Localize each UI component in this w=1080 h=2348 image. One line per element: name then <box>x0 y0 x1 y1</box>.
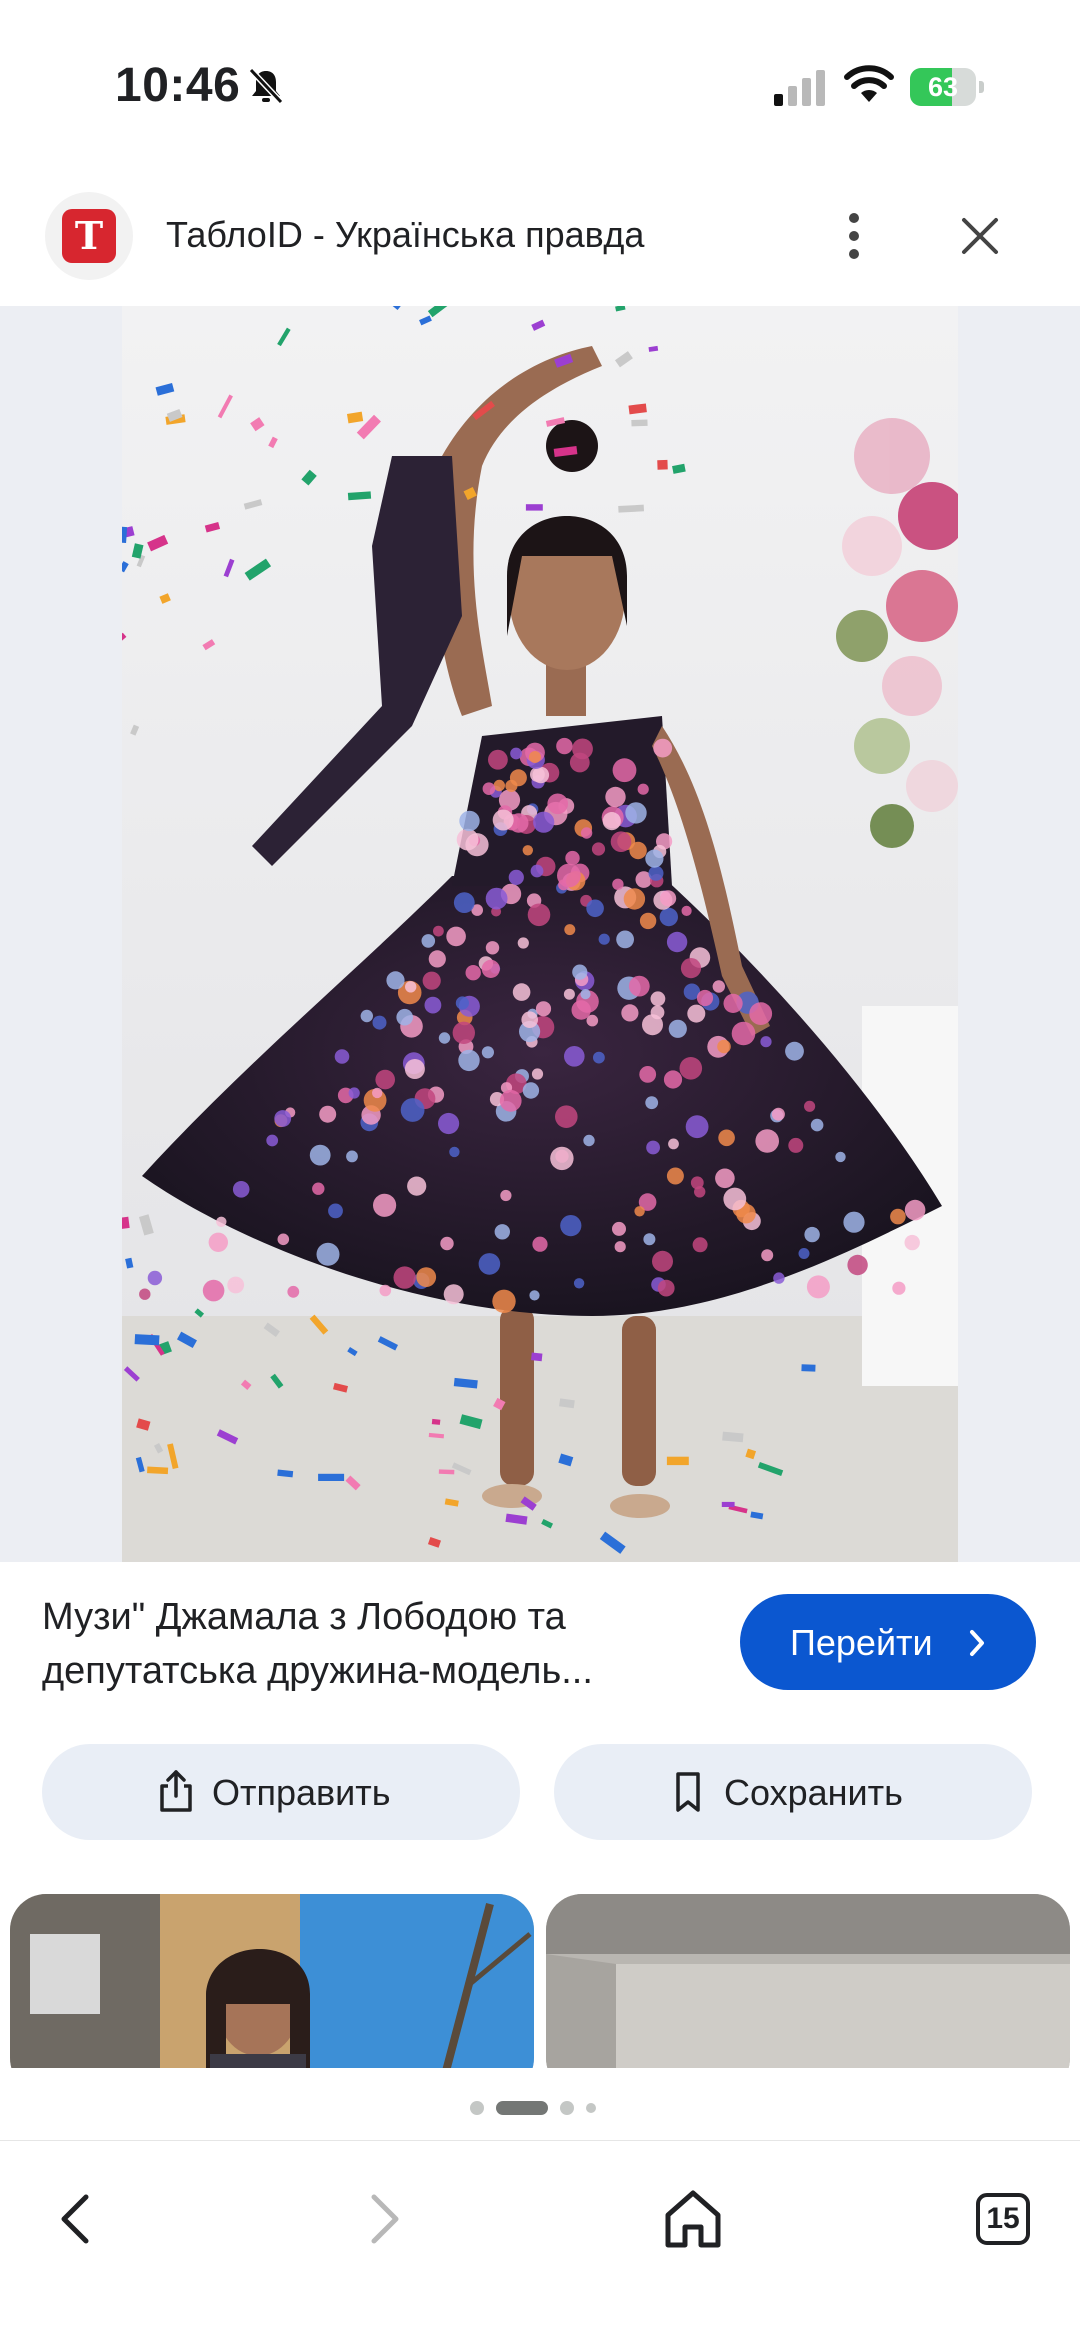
close-icon[interactable] <box>958 214 1002 258</box>
save-button[interactable]: Сохранить <box>554 1744 1032 1840</box>
pagination-dot <box>586 2103 596 2113</box>
forward-icon[interactable] <box>348 2183 418 2255</box>
status-bar: 10:46 63 <box>0 0 1080 150</box>
status-time: 10:46 <box>115 59 241 112</box>
image-viewer <box>0 306 1080 1562</box>
visit-button[interactable]: Перейти <box>740 1594 1036 1690</box>
bookmark-icon <box>676 1772 700 1812</box>
related-image-1[interactable] <box>10 1894 534 2068</box>
share-button-label: Отправить <box>212 1772 391 1813</box>
image-caption[interactable]: Музи" Джамала з Лободою та депутатська д… <box>42 1590 722 1698</box>
wifi-icon <box>844 65 894 102</box>
pagination-dot <box>560 2101 574 2115</box>
home-icon[interactable] <box>658 2183 728 2255</box>
pagination-dots <box>470 2096 610 2116</box>
source-header: T ТаблоID - Українська правда <box>0 186 1080 306</box>
share-button[interactable]: Отправить <box>42 1744 520 1840</box>
tab-count: 15 <box>986 2202 1020 2235</box>
bottom-navigation: 15 <box>0 2140 1080 2348</box>
back-icon[interactable] <box>42 2183 112 2255</box>
save-button-label: Сохранить <box>724 1772 903 1813</box>
chevron-right-icon <box>970 1630 984 1656</box>
caption-line-1: Музи" Джамала з Лободою та <box>42 1596 566 1638</box>
related-images <box>0 1894 1080 2068</box>
battery-percent: 63 <box>927 72 959 102</box>
share-icon <box>160 1770 192 1812</box>
visit-button-label: Перейти <box>790 1622 933 1663</box>
source-title[interactable]: ТаблоID - Українська правда <box>166 214 644 256</box>
related-image-2[interactable] <box>546 1894 1070 2068</box>
pagination-dot <box>470 2101 484 2115</box>
favicon-letter: T <box>62 209 116 263</box>
more-vert-icon[interactable] <box>834 206 874 266</box>
pagination-dot-active <box>496 2101 548 2115</box>
tabs-button[interactable]: 15 <box>968 2183 1038 2255</box>
cellular-signal-icon <box>774 70 825 106</box>
bell-slash-icon <box>248 67 284 105</box>
battery-charging-icon: 63 <box>910 68 984 106</box>
main-image[interactable] <box>122 306 958 1562</box>
caption-line-2: депутатська дружина-модель... <box>42 1650 593 1692</box>
site-favicon[interactable]: T <box>45 192 133 280</box>
